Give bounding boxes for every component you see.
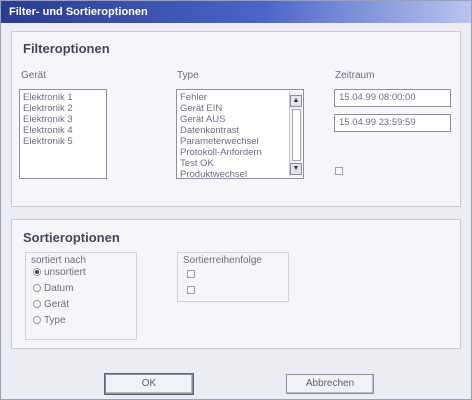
- radio-label: Datum: [44, 283, 74, 294]
- cancel-button[interactable]: Abbrechen: [286, 374, 374, 394]
- type-label: Type: [177, 70, 199, 81]
- scroll-up-icon[interactable]: ▲: [290, 95, 302, 107]
- reihenfolge-option-1[interactable]: [187, 270, 195, 278]
- list-item[interactable]: Elektronik 2: [20, 103, 106, 114]
- scroll-down-icon[interactable]: ▼: [290, 163, 302, 175]
- list-item[interactable]: Elektronik 1: [20, 92, 106, 103]
- radio-icon[interactable]: [33, 284, 41, 292]
- list-item[interactable]: Test OK: [177, 158, 303, 169]
- reihenfolge-option-2[interactable]: [187, 286, 195, 294]
- zeitraum-checkbox[interactable]: [335, 167, 343, 175]
- filter-section-title: Filteroptionen: [23, 41, 110, 56]
- list-item[interactable]: Fehler: [177, 92, 303, 103]
- radio-icon[interactable]: [33, 300, 41, 308]
- window-title: Filter- und Sortieroptionen: [9, 6, 148, 18]
- dialog-window: Filter- und Sortieroptionen Filteroption…: [0, 0, 472, 400]
- ok-button[interactable]: OK: [104, 373, 194, 395]
- list-item[interactable]: Elektronik 3: [20, 114, 106, 125]
- radio-unsortiert[interactable]: unsortiert: [33, 267, 86, 280]
- list-item[interactable]: Elektronik 5: [20, 136, 106, 147]
- radio-geraet[interactable]: Gerät: [33, 299, 69, 312]
- radio-datum[interactable]: Datum: [33, 283, 73, 296]
- radio-selected-icon[interactable]: [33, 268, 41, 276]
- type-scrollbar[interactable]: ▲ ▼: [289, 91, 302, 177]
- list-item[interactable]: Produktwechsel: [177, 169, 303, 178]
- zeitraum-from-field[interactable]: 15.04.99 08:00:00: [334, 89, 451, 107]
- list-item[interactable]: Protokoll-Anfordern: [177, 147, 303, 158]
- radio-label: Type: [44, 315, 66, 326]
- radio-label: Gerät: [44, 299, 70, 310]
- sort-section-title: Sortieroptionen: [23, 230, 120, 245]
- type-listbox[interactable]: Fehler Gerät EIN Gerät AUS Datenkontrast…: [176, 89, 304, 179]
- sortiert-nach-label: sortiert nach: [31, 255, 87, 266]
- zeitraum-to-field[interactable]: 15.04.99 23:59:59: [334, 114, 451, 132]
- geraet-listbox[interactable]: Elektronik 1 Elektronik 2 Elektronik 3 E…: [19, 89, 107, 179]
- list-item[interactable]: Datenkontrast: [177, 125, 303, 136]
- sortierreihenfolge-label: Sortierreihenfolge: [183, 255, 262, 266]
- zeitraum-label: Zeitraum: [335, 70, 375, 81]
- geraet-label: Gerät: [21, 70, 47, 81]
- list-item[interactable]: Gerät EIN: [177, 103, 303, 114]
- list-item[interactable]: Gerät AUS: [177, 114, 303, 125]
- scroll-thumb[interactable]: [292, 109, 301, 161]
- radio-icon[interactable]: [33, 316, 41, 324]
- list-item[interactable]: Elektronik 4: [20, 125, 106, 136]
- radio-type[interactable]: Type: [33, 315, 66, 328]
- list-item[interactable]: Parameterwechsel: [177, 136, 303, 147]
- radio-label: unsortiert: [44, 267, 86, 278]
- title-bar[interactable]: Filter- und Sortieroptionen: [1, 1, 471, 23]
